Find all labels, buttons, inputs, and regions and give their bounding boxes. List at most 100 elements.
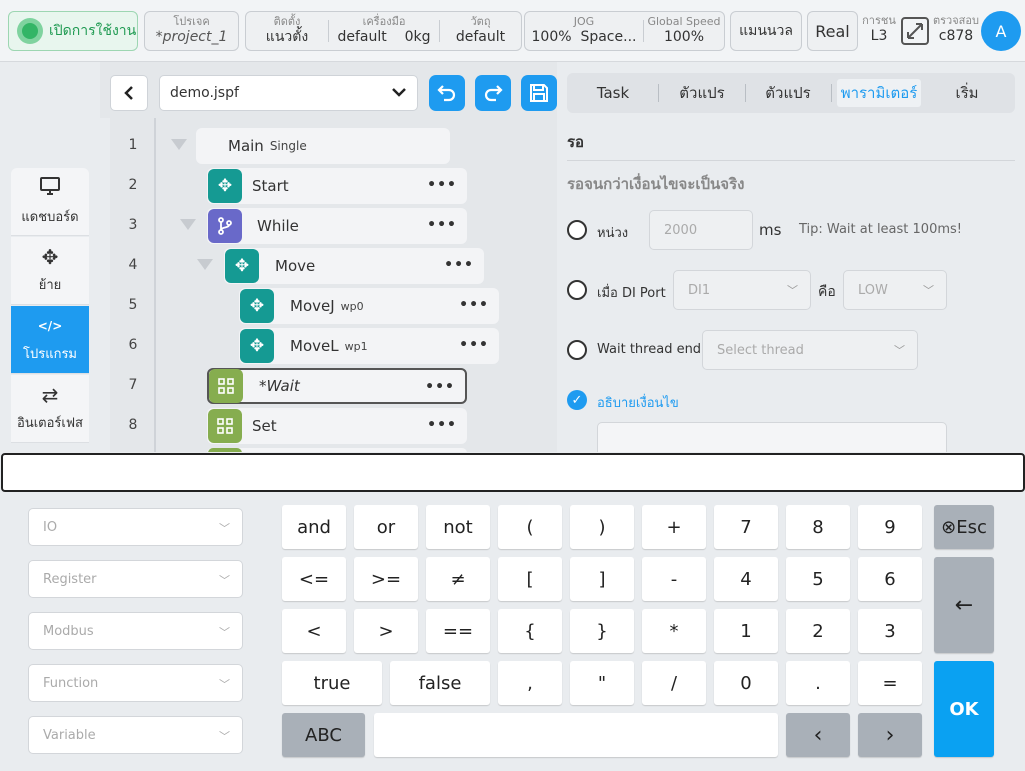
more-icon[interactable]: ••• — [459, 337, 489, 353]
key-not[interactable]: not — [426, 505, 490, 549]
key-2[interactable]: 2 — [786, 609, 850, 653]
key-space[interactable] — [374, 713, 778, 757]
key-multiply[interactable]: * — [642, 609, 706, 653]
save-button[interactable] — [521, 75, 557, 111]
key-1[interactable]: 1 — [714, 609, 778, 653]
key-false[interactable]: false — [390, 661, 490, 705]
key-less[interactable]: < — [282, 609, 346, 653]
di-select[interactable]: DI1 ﹀ — [673, 270, 811, 310]
delay-radio[interactable] — [567, 220, 587, 240]
delay-input[interactable]: 2000 — [649, 210, 753, 250]
collapse-triangle-icon[interactable] — [171, 139, 187, 150]
key-not-equal[interactable]: ≠ — [426, 557, 490, 601]
collapse-triangle-icon[interactable] — [180, 219, 196, 230]
tab-variables[interactable]: ตัวแปร — [659, 73, 745, 113]
key-5[interactable]: 5 — [786, 557, 850, 601]
variable-select[interactable]: Variable ﹀ — [28, 716, 243, 754]
key-or[interactable]: or — [354, 505, 418, 549]
thread-select[interactable]: Select thread ﹀ — [702, 330, 918, 370]
key-quote[interactable]: " — [570, 661, 634, 705]
jog-speed-box[interactable]: JOG 100% Space... Global Speed 100% — [524, 11, 725, 51]
more-icon[interactable]: ••• — [425, 379, 455, 395]
tree-node-main[interactable]: Main Single — [196, 128, 450, 164]
check-cell[interactable]: ตรวจสอบ c878 — [932, 11, 980, 49]
key-9[interactable]: 9 — [858, 505, 922, 549]
object-value: default — [455, 29, 506, 45]
real-button[interactable]: Real — [807, 11, 858, 51]
key-esc[interactable]: ⊗Esc — [934, 505, 994, 549]
key-open-bracket[interactable]: [ — [498, 557, 562, 601]
key-greater[interactable]: > — [354, 609, 418, 653]
tree-node-start[interactable]: ✥ Start ••• — [207, 168, 467, 204]
more-icon[interactable]: ••• — [444, 257, 474, 273]
key-true[interactable]: true — [282, 661, 382, 705]
key-3[interactable]: 3 — [858, 609, 922, 653]
key-abc[interactable]: ABC — [282, 713, 365, 757]
tree-node-movel[interactable]: ✥ MoveL wp1 ••• — [239, 328, 499, 364]
tab-variables-2[interactable]: ตัวแปร — [745, 73, 831, 113]
tab-parameters[interactable]: พารามิเตอร์ — [831, 73, 927, 113]
undo-button[interactable] — [429, 75, 465, 111]
condition-checkbox[interactable]: ✓ — [567, 390, 587, 410]
ok-button[interactable]: OK — [934, 661, 994, 757]
io-select[interactable]: IO ﹀ — [28, 508, 243, 546]
key-backspace[interactable]: ← — [934, 557, 994, 653]
key-minus[interactable]: - — [642, 557, 706, 601]
key-less-equal[interactable]: <= — [282, 557, 346, 601]
key-comma[interactable]: , — [498, 661, 562, 705]
more-icon[interactable]: ••• — [459, 297, 489, 313]
project-box[interactable]: โปรเจค *project_1 — [144, 11, 239, 51]
more-icon[interactable]: ••• — [427, 217, 457, 233]
key-close-brace[interactable]: } — [570, 609, 634, 653]
nav-item-program[interactable]: </> โปรแกรม — [11, 306, 89, 374]
enable-button[interactable]: เปิดการใช้งาน — [8, 11, 138, 51]
key-open-brace[interactable]: { — [498, 609, 562, 653]
key-close-paren[interactable]: ) — [570, 505, 634, 549]
collision-cell[interactable]: การชน L3 — [860, 11, 898, 49]
register-select[interactable]: Register ﹀ — [28, 560, 243, 598]
more-icon[interactable]: ••• — [427, 417, 457, 433]
key-7[interactable]: 7 — [714, 505, 778, 549]
key-0[interactable]: 0 — [714, 661, 778, 705]
avatar[interactable]: A — [981, 11, 1021, 51]
key-greater-equal[interactable]: >= — [354, 557, 418, 601]
redo-button[interactable] — [475, 75, 511, 111]
collapse-triangle-icon[interactable] — [197, 259, 213, 270]
nav-item-interface[interactable]: ⇄ อินเตอร์เฟส — [11, 375, 89, 443]
tree-node-wait[interactable]: *Wait ••• — [207, 368, 467, 404]
modbus-select[interactable]: Modbus ﹀ — [28, 612, 243, 650]
tree-node-while[interactable]: While ••• — [207, 208, 467, 244]
key-8[interactable]: 8 — [786, 505, 850, 549]
tree-node-movej[interactable]: ✥ MoveJ wp0 ••• — [239, 288, 499, 324]
key-6[interactable]: 6 — [858, 557, 922, 601]
file-select[interactable]: demo.jspf — [159, 75, 418, 111]
install-tool-box[interactable]: ติดตั้ง แนวตั้ง เครื่องมือ default 0kg ว… — [245, 11, 522, 51]
key-divide[interactable]: / — [642, 661, 706, 705]
tree-node-move[interactable]: ✥ Move ••• — [224, 248, 484, 284]
condition-textarea[interactable] — [597, 422, 947, 452]
tab-task[interactable]: Task — [567, 73, 659, 113]
expression-input[interactable] — [1, 453, 1025, 492]
expand-icon[interactable] — [901, 17, 929, 45]
more-icon[interactable]: ••• — [427, 177, 457, 193]
key-equal[interactable]: = — [858, 661, 922, 705]
key-and[interactable]: and — [282, 505, 346, 549]
thread-radio[interactable] — [567, 340, 587, 360]
key-cursor-left[interactable]: ‹ — [786, 713, 850, 757]
key-open-paren[interactable]: ( — [498, 505, 562, 549]
key-dot[interactable]: . — [786, 661, 850, 705]
back-button[interactable] — [110, 75, 148, 111]
nav-item-move[interactable]: ✥ ย้าย — [11, 237, 89, 305]
key-close-bracket[interactable]: ] — [570, 557, 634, 601]
key-equal-equal[interactable]: == — [426, 609, 490, 653]
di-radio[interactable] — [567, 280, 587, 300]
nav-item-dashboard[interactable]: แดชบอร์ด — [11, 168, 89, 236]
key-4[interactable]: 4 — [714, 557, 778, 601]
tree-node-set[interactable]: Set ••• — [207, 408, 467, 444]
key-cursor-right[interactable]: › — [858, 713, 922, 757]
function-select[interactable]: Function ﹀ — [28, 664, 243, 702]
level-select[interactable]: LOW ﹀ — [843, 270, 947, 310]
manual-button[interactable]: แมนนวล — [730, 11, 802, 51]
key-plus[interactable]: + — [642, 505, 706, 549]
tab-start[interactable]: เริ่ม — [927, 73, 1007, 113]
